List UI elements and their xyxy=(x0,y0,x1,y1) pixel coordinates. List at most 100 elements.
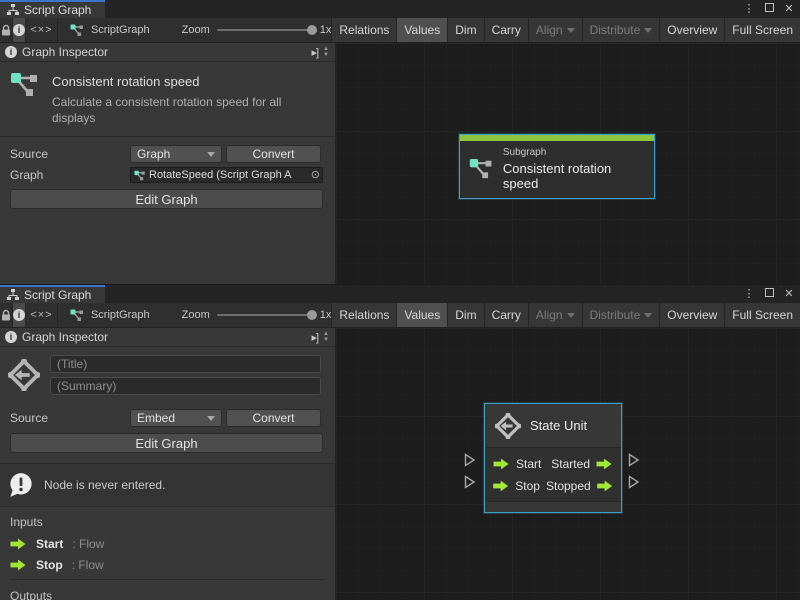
inspector-toggle-button[interactable]: i xyxy=(13,18,26,42)
convert-button[interactable]: Convert xyxy=(226,145,321,163)
graph-inspector-panel: i Graph Inspector ▸] ▲▼ Consistent rotat… xyxy=(0,43,336,285)
maximize-icon[interactable] xyxy=(762,0,776,18)
port-in-label: Stop xyxy=(515,479,540,493)
scroll-down-icon[interactable]: ▼ xyxy=(323,52,329,58)
distribute-dropdown[interactable]: Distribute xyxy=(582,303,660,327)
tab-bar: Script Graph ⋮ ✕ xyxy=(0,285,800,303)
scroll-down-icon[interactable]: ▼ xyxy=(323,337,329,343)
code-view-button[interactable]: <×> xyxy=(26,303,58,327)
lock-icon xyxy=(0,309,12,322)
flow-out-port[interactable] xyxy=(596,458,613,470)
chevron-down-icon xyxy=(207,416,215,421)
code-view-button[interactable]: <×> xyxy=(26,18,58,42)
lock-button[interactable] xyxy=(0,18,13,42)
chevron-down-icon xyxy=(644,313,652,318)
fullscreen-button[interactable]: Full Screen xyxy=(724,18,800,42)
script-graph-icon xyxy=(134,170,146,181)
convert-button[interactable]: Convert xyxy=(226,409,321,427)
state-unit-node[interactable]: State Unit Start Started Stop Stopped xyxy=(484,403,622,513)
port-in-label: Start xyxy=(516,457,541,471)
zoom-label: Zoom xyxy=(182,24,210,36)
zoom-slider[interactable] xyxy=(217,29,313,31)
node-title: Consistent rotation speed xyxy=(503,161,644,191)
script-graph-icon xyxy=(70,24,85,37)
fullscreen-button[interactable]: Full Screen xyxy=(724,303,800,327)
align-dropdown[interactable]: Align xyxy=(528,303,582,327)
external-in-port[interactable] xyxy=(464,475,476,489)
warning-message: Node is never entered. xyxy=(44,478,165,492)
overview-button[interactable]: Overview xyxy=(659,303,724,327)
relations-button[interactable]: Relations xyxy=(331,303,396,327)
external-out-port[interactable] xyxy=(628,475,640,489)
values-button[interactable]: Values xyxy=(396,303,447,327)
close-icon[interactable]: ✕ xyxy=(782,285,796,303)
graph-canvas[interactable]: State Unit Start Started Stop Stopped xyxy=(336,328,800,600)
window-controls: ⋮ ✕ xyxy=(742,0,796,18)
graph-summary-section: Consistent rotation speed Calculate a co… xyxy=(0,62,335,137)
graph-object-value: RotateSpeed (Script Graph A xyxy=(149,169,308,181)
scrubber[interactable]: ▲▼ xyxy=(323,46,331,58)
port-row: Start Started xyxy=(485,453,621,475)
subgraph-node[interactable]: Subgraph Consistent rotation speed xyxy=(459,134,655,199)
tab-bar: Script Graph ⋮ ✕ xyxy=(0,0,800,18)
dim-button[interactable]: Dim xyxy=(447,18,483,42)
toolbar-buttons: Relations Values Dim Carry Align Distrib… xyxy=(331,18,800,42)
dim-button[interactable]: Dim xyxy=(447,303,483,327)
zoom-slider[interactable] xyxy=(217,314,313,316)
graph-breadcrumb[interactable]: ScriptGraph xyxy=(58,303,160,327)
distribute-dropdown[interactable]: Distribute xyxy=(582,18,660,42)
object-picker-icon[interactable]: ⊙ xyxy=(311,168,320,182)
inspector-toggle-button[interactable]: i xyxy=(13,303,26,327)
flow-in-port[interactable] xyxy=(493,480,509,492)
close-icon[interactable]: ✕ xyxy=(782,0,796,18)
subgraph-icon xyxy=(469,158,494,180)
title-summary-section xyxy=(0,347,335,403)
maximize-icon[interactable] xyxy=(762,285,776,303)
tab-script-graph[interactable]: Script Graph xyxy=(0,285,105,303)
toolbar-buttons: Relations Values Dim Carry Align Distrib… xyxy=(331,303,800,327)
info-icon: i xyxy=(5,331,17,343)
tab-script-graph[interactable]: Script Graph xyxy=(0,0,105,18)
port-row: Start : Flow xyxy=(10,537,325,551)
lock-button[interactable] xyxy=(0,303,13,327)
flow-arrow-icon xyxy=(10,538,27,550)
state-unit-icon xyxy=(495,413,521,439)
zoom-slider-handle[interactable] xyxy=(307,25,317,35)
summary-input[interactable] xyxy=(50,377,321,395)
align-dropdown[interactable]: Align xyxy=(528,18,582,42)
source-select[interactable]: Embed xyxy=(130,409,222,427)
graph-breadcrumb[interactable]: ScriptGraph xyxy=(58,18,160,42)
port-out-label: Stopped xyxy=(546,479,591,493)
info-icon: i xyxy=(13,24,25,36)
node-kind: Subgraph xyxy=(503,147,644,158)
zoom-slider-handle[interactable] xyxy=(307,310,317,320)
external-out-port[interactable] xyxy=(628,453,640,467)
graph-field-label: Graph xyxy=(10,168,130,182)
tab-title: Script Graph xyxy=(24,3,91,17)
flow-in-port[interactable] xyxy=(493,458,510,470)
carry-button[interactable]: Carry xyxy=(484,303,528,327)
zoom-control: Zoom 1x xyxy=(160,18,332,42)
source-select[interactable]: Graph xyxy=(130,145,222,163)
menu-icon[interactable]: ⋮ xyxy=(742,0,756,18)
overview-button[interactable]: Overview xyxy=(659,18,724,42)
edit-graph-button[interactable]: Edit Graph xyxy=(10,189,323,209)
graph-object-field[interactable]: RotateSpeed (Script Graph A ⊙ xyxy=(130,167,323,183)
external-in-port[interactable] xyxy=(464,453,476,467)
carry-button[interactable]: Carry xyxy=(484,18,528,42)
menu-icon[interactable]: ⋮ xyxy=(742,285,756,303)
scrubber[interactable]: ▲▼ xyxy=(323,331,331,343)
values-button[interactable]: Values xyxy=(396,18,447,42)
edit-graph-button[interactable]: Edit Graph xyxy=(10,433,323,453)
graph-canvas[interactable]: Subgraph Consistent rotation speed xyxy=(336,43,800,285)
source-label: Source xyxy=(10,147,130,161)
graph-title: Consistent rotation speed xyxy=(52,74,320,89)
title-input[interactable] xyxy=(50,355,321,373)
port-row: Stop : Flow xyxy=(10,558,325,572)
dock-icon[interactable]: ▸] xyxy=(311,331,318,344)
script-graph-icon xyxy=(10,72,40,98)
dock-icon[interactable]: ▸] xyxy=(311,46,318,59)
flow-out-port[interactable] xyxy=(597,480,613,492)
inspector-header: i Graph Inspector ▸] ▲▼ xyxy=(0,43,335,62)
relations-button[interactable]: Relations xyxy=(331,18,396,42)
